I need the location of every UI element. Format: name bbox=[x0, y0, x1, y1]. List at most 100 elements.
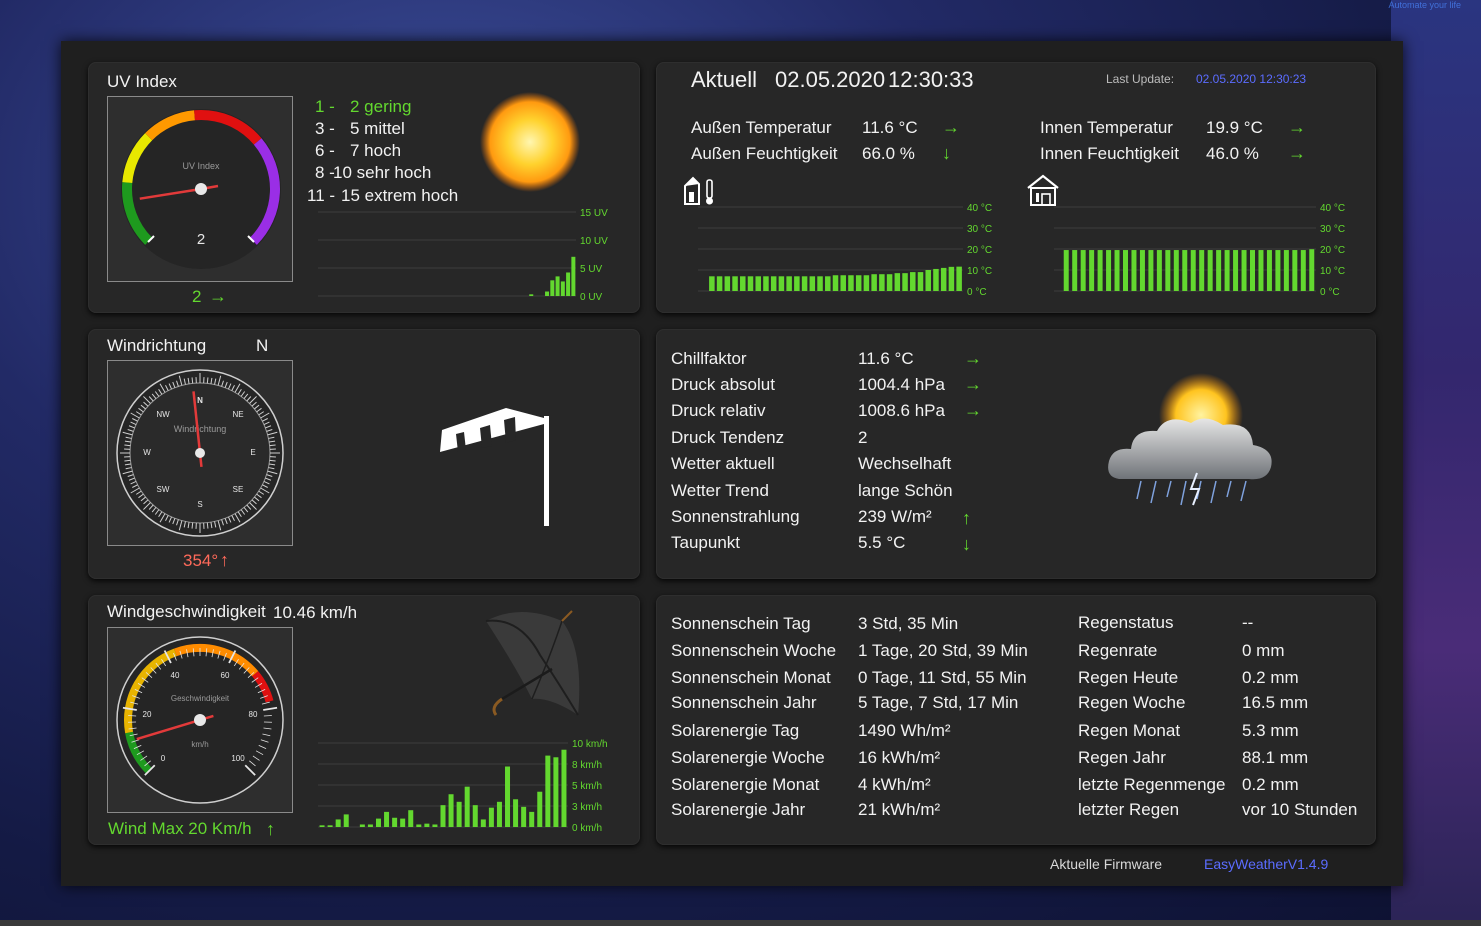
chart-bar bbox=[1216, 250, 1222, 291]
details-panel: Chillfaktor 11.6 °C → Druck absolut 1004… bbox=[656, 329, 1376, 579]
axis-tick-label: 10 °C bbox=[967, 266, 992, 277]
axis-tick-label: 40 °C bbox=[1320, 203, 1345, 214]
chart-bar bbox=[925, 270, 931, 291]
chart-bar bbox=[732, 276, 738, 291]
chart-bar bbox=[794, 276, 800, 291]
compass-tick bbox=[269, 444, 276, 447]
chart-bar bbox=[778, 276, 785, 291]
axis-tick-label: 20 °C bbox=[967, 245, 992, 256]
detail-value: lange Schön bbox=[858, 481, 953, 500]
chart-bar bbox=[416, 824, 422, 827]
detail-value: 2 bbox=[858, 428, 868, 447]
chart-bar bbox=[770, 276, 777, 291]
ws-gauge-tick bbox=[128, 715, 137, 717]
chart-bar bbox=[521, 806, 527, 827]
ws-gauge-tick bbox=[263, 715, 272, 717]
ws-gauge-unit: km/h bbox=[191, 740, 208, 749]
axis-tick-label: 3 km/h bbox=[572, 802, 602, 813]
stats-panel: Sonnenschein Tag 3 Std, 35 Min Sonnensch… bbox=[656, 595, 1376, 845]
chart-bar bbox=[1233, 250, 1239, 291]
chart-bar bbox=[480, 819, 486, 827]
uv-chart: 15 UV 10 UV 5 UV 0 UV bbox=[318, 208, 608, 303]
chart-bar bbox=[550, 280, 555, 296]
wind-direction-title: Windrichtung bbox=[107, 336, 207, 355]
compass-tick bbox=[124, 459, 131, 462]
compass-w: W bbox=[143, 448, 151, 457]
ws-tick-40: 40 bbox=[171, 671, 180, 680]
chart-bar bbox=[809, 276, 816, 291]
chart-bar bbox=[1106, 250, 1112, 291]
wind-speed-chart: 10 km/h 8 km/h 5 km/h 3 km/h 0 km/h bbox=[318, 739, 608, 834]
rain-stat-label: letzte Regenmenge bbox=[1078, 775, 1226, 794]
outdoor-thermometer-icon bbox=[684, 176, 713, 205]
chart-bar bbox=[424, 823, 430, 827]
detail-label: Druck relativ bbox=[671, 401, 766, 420]
compass-e: E bbox=[250, 448, 255, 457]
chart-bar bbox=[1207, 250, 1213, 291]
chart-bar bbox=[1080, 250, 1086, 291]
umbrella-icon bbox=[485, 610, 580, 716]
sun-stat-label: Solarenergie Woche bbox=[671, 748, 825, 767]
chart-bar bbox=[400, 818, 406, 827]
current-date: 02.05.2020 bbox=[775, 67, 886, 92]
compass-ne: NE bbox=[232, 410, 243, 419]
weather-cloud-storm-icon bbox=[1108, 373, 1272, 506]
chart-bar bbox=[448, 794, 454, 827]
sun-stat-label: Solarenergie Monat bbox=[671, 775, 820, 794]
rain-stat-label: Regenstatus bbox=[1078, 613, 1174, 632]
rain-stat-value: 0 mm bbox=[1242, 641, 1285, 660]
chart-bar bbox=[740, 276, 746, 291]
chart-bar bbox=[488, 807, 494, 827]
chart-bar bbox=[747, 276, 754, 291]
chart-bar bbox=[1283, 250, 1289, 291]
current-panel: Aktuell 02.05.2020 12:30:33 Last Update:… bbox=[656, 62, 1376, 313]
chart-bar bbox=[801, 276, 808, 291]
rain-stat-value: -- bbox=[1242, 613, 1254, 632]
background-strip bbox=[1391, 0, 1481, 926]
wind-degrees: 354° bbox=[183, 551, 219, 570]
chart-bar bbox=[545, 755, 551, 827]
chart-bar bbox=[327, 825, 333, 827]
detail-label: Chillfaktor bbox=[671, 349, 747, 368]
inside-temp-label: Innen Temperatur bbox=[1040, 118, 1173, 137]
chart-bar bbox=[1190, 250, 1196, 291]
ws-tick-20: 20 bbox=[143, 710, 152, 719]
firmware-version-link[interactable]: EasyWeatherV1.4.9 bbox=[1204, 856, 1328, 872]
chart-bar bbox=[319, 825, 325, 827]
detail-value: 239 W/m² bbox=[858, 507, 932, 526]
chart-bar bbox=[456, 801, 462, 827]
detail-trend: ↓ bbox=[962, 534, 971, 554]
wind-degrees-trend: ↑ bbox=[220, 550, 229, 570]
chart-bar bbox=[902, 273, 908, 291]
chart-bar bbox=[825, 276, 831, 291]
chart-bar bbox=[1266, 250, 1272, 291]
chart-bar bbox=[464, 786, 470, 827]
chart-bar bbox=[832, 275, 839, 291]
rain-stat-label: Regen Woche bbox=[1078, 693, 1186, 712]
chart-bar bbox=[817, 276, 823, 291]
compass-tick bbox=[206, 377, 209, 384]
sun-stat-value: 0 Tage, 11 Std, 55 Min bbox=[858, 668, 1027, 687]
chart-bar bbox=[1292, 250, 1298, 291]
last-update-label: Last Update: bbox=[1106, 72, 1175, 86]
chart-bar bbox=[840, 275, 846, 291]
sun-stat-value: 21 kWh/m² bbox=[858, 800, 941, 819]
sun-stat-value: 1490 Wh/m² bbox=[858, 721, 951, 740]
inside-hum-label: Innen Feuchtigkeit bbox=[1040, 144, 1179, 163]
detail-value: 1008.6 hPa bbox=[858, 401, 945, 420]
chart-bar bbox=[529, 294, 534, 296]
sun-icon bbox=[480, 92, 580, 192]
uv-gauge-label: UV Index bbox=[182, 161, 220, 171]
outside-temp-trend: → bbox=[942, 117, 960, 137]
chart-bar bbox=[1224, 250, 1230, 291]
chart-bar bbox=[1165, 250, 1171, 291]
chart-bar bbox=[863, 275, 870, 291]
detail-value: Wechselhaft bbox=[858, 454, 952, 473]
chart-bar bbox=[513, 799, 519, 827]
rain-stat-label: Regenrate bbox=[1078, 641, 1158, 660]
sun-stat-label: Sonnenschein Jahr bbox=[671, 693, 817, 712]
detail-trend: ↑ bbox=[962, 508, 971, 528]
chart-bar bbox=[1258, 250, 1264, 291]
chart-bar bbox=[1089, 250, 1095, 291]
chart-bar bbox=[505, 766, 511, 827]
